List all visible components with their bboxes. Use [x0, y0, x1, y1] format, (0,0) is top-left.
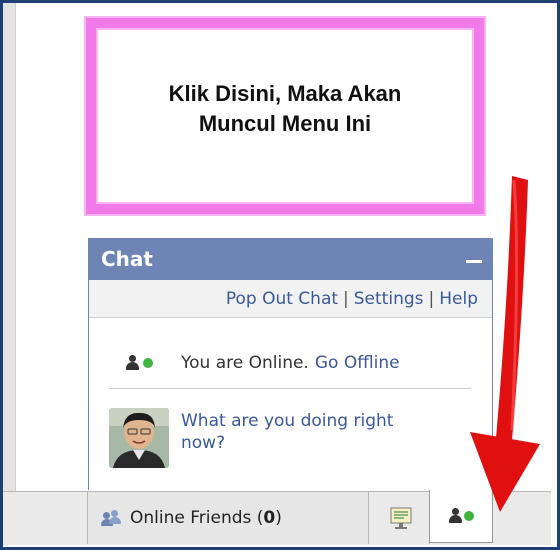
- online-status-text: You are Online.: [181, 353, 309, 373]
- online-friends-close-paren: ): [275, 508, 282, 528]
- page-background-strip: [3, 3, 16, 491]
- chat-tab[interactable]: [429, 490, 493, 543]
- presence-tab[interactable]: [373, 492, 430, 544]
- minimize-icon[interactable]: [466, 259, 482, 263]
- link-separator: |: [343, 288, 349, 309]
- avatar: [109, 408, 169, 468]
- go-offline-link[interactable]: Go Offline: [315, 353, 400, 373]
- presence-icon: [390, 507, 412, 529]
- chat-panel: Chat Pop Out Chat | Settings | Help You …: [88, 238, 493, 490]
- friends-icon: [101, 509, 122, 527]
- annotation-callout: Klik Disini, Maka Akan Muncul Menu Ini: [86, 18, 484, 214]
- annotation-line-2: Muncul Menu Ini: [198, 111, 372, 136]
- link-separator: |: [428, 288, 435, 309]
- chat-options-bar: Pop Out Chat | Settings | Help: [89, 280, 492, 318]
- bottom-chat-bar: Online Friends (0): [3, 490, 551, 545]
- status-update-row: What are you doing right now?: [109, 408, 471, 472]
- online-status-row: You are Online. Go Offline: [109, 338, 471, 389]
- online-dot-icon: [143, 358, 153, 368]
- online-friends-count: 0: [263, 508, 276, 528]
- annotation-line-1: Klik Disini, Maka Akan: [168, 81, 402, 106]
- online-person-icon: [125, 354, 153, 372]
- settings-link[interactable]: Settings: [354, 289, 424, 309]
- chat-person-icon: [448, 508, 474, 524]
- online-friends-tab[interactable]: Online Friends (0): [87, 492, 369, 544]
- help-link[interactable]: Help: [439, 289, 478, 309]
- pop-out-chat-link[interactable]: Pop Out Chat: [226, 289, 338, 309]
- status-prompt-link[interactable]: What are you doing right now?: [181, 410, 431, 454]
- chat-title: Chat: [101, 247, 153, 271]
- online-friends-label: Online Friends (: [130, 508, 264, 528]
- annotation-text: Klik Disini, Maka Akan Muncul Menu Ini: [115, 79, 455, 139]
- chat-header[interactable]: Chat: [89, 238, 492, 280]
